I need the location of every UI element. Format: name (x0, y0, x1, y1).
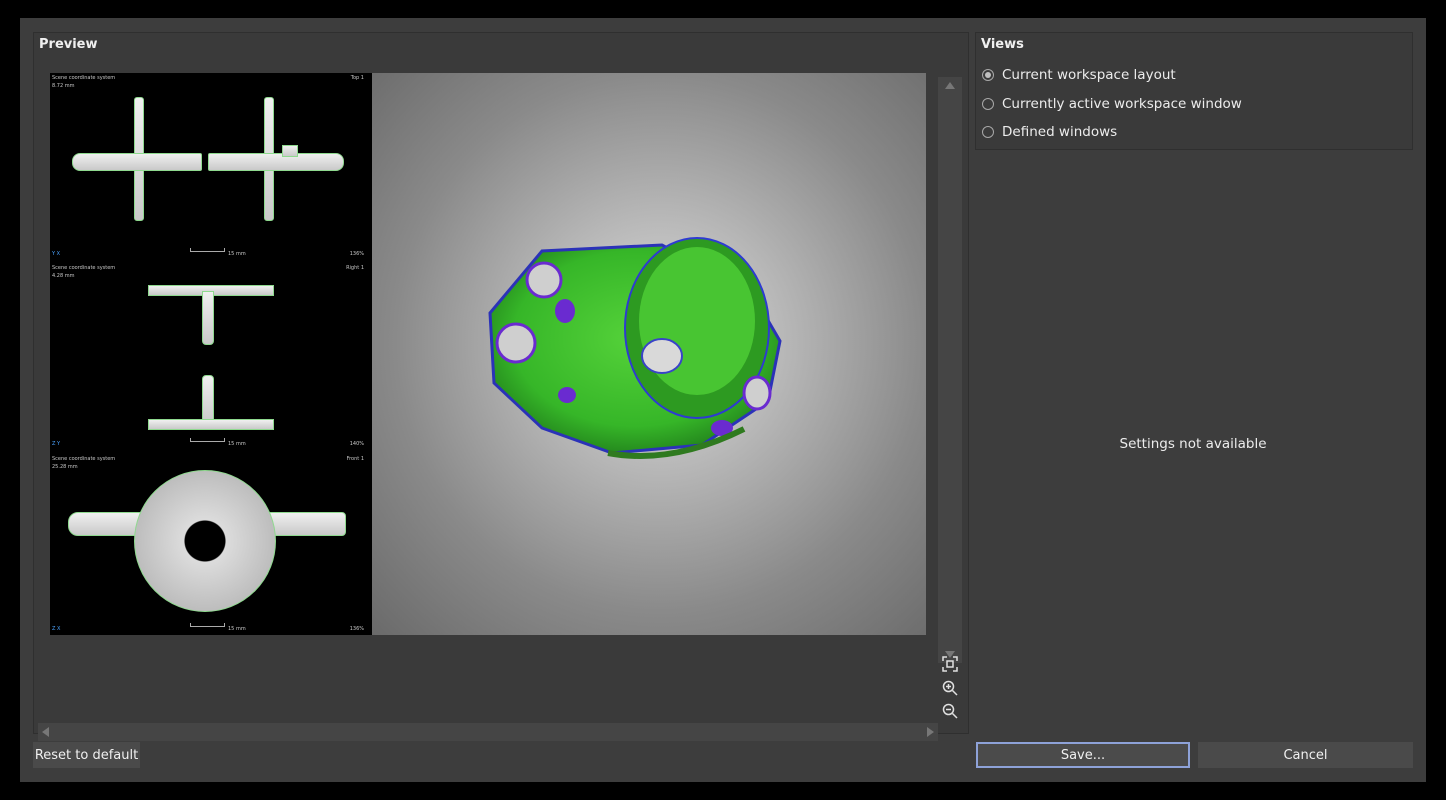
slice-view-right: Scene coordinate system 4.28 mm Right 1 … (50, 263, 372, 450)
preview-title: Preview (39, 37, 98, 52)
zoom-label: 136% (349, 626, 364, 632)
settings-area: Settings not available (975, 150, 1411, 740)
scale-label: 15 mm (228, 441, 246, 447)
scale-bar (190, 438, 225, 442)
fit-view-button[interactable] (938, 653, 962, 675)
measure-label: 8.72 mm (52, 83, 75, 89)
view-name-label: Top 1 (350, 75, 364, 81)
scroll-left-arrow-icon[interactable] (42, 727, 49, 737)
slice-view-front: Scene coordinate system 25.28 mm Front 1… (50, 454, 372, 635)
measure-label: 25.28 mm (52, 464, 78, 470)
radio-currently-active-workspace-window[interactable]: Currently active workspace window (982, 96, 1242, 112)
zoom-in-icon (942, 680, 958, 696)
part-section (202, 375, 214, 425)
axis-label: Z X (52, 626, 61, 632)
coord-system-label: Scene coordinate system (52, 75, 116, 81)
measure-label: 4.28 mm (52, 273, 75, 279)
zoom-label: 140% (349, 441, 364, 447)
part-section (282, 145, 298, 157)
zoom-in-button[interactable] (938, 677, 962, 699)
part-3d-render (488, 237, 782, 459)
scale-label: 15 mm (228, 626, 246, 632)
part-section (202, 291, 214, 345)
slice-view-top: Scene coordinate system 8.72 mm Top 1 13… (50, 73, 372, 260)
scroll-right-arrow-icon[interactable] (927, 727, 934, 737)
fit-view-icon (942, 656, 958, 672)
part-section (148, 419, 274, 430)
settings-not-available-label: Settings not available (1119, 436, 1267, 452)
part-section (208, 153, 344, 171)
view-name-label: Right 1 (346, 265, 364, 271)
radio-label: Defined windows (1002, 124, 1118, 140)
part-section (72, 153, 202, 171)
axis-label: Y X (52, 251, 61, 257)
horizontal-scrollbar[interactable] (38, 723, 938, 741)
coord-system-label: Scene coordinate system (52, 265, 116, 271)
views-title: Views (981, 37, 1024, 52)
axis-label: Z Y (52, 441, 61, 447)
preview-group: Preview Scene coordinate system 8.72 mm … (33, 32, 969, 741)
radio-defined-windows[interactable]: Defined windows (982, 124, 1117, 140)
scale-bar (190, 248, 225, 252)
reset-to-default-button[interactable]: Reset to default (33, 742, 140, 768)
radio-button[interactable] (982, 126, 994, 138)
export-dialog: Preview Scene coordinate system 8.72 mm … (20, 18, 1426, 782)
scroll-up-arrow-icon[interactable] (945, 82, 955, 89)
scale-label: 15 mm (228, 251, 246, 257)
view-name-label: Front 1 (346, 456, 364, 462)
preview-canvas[interactable]: Scene coordinate system 8.72 mm Top 1 13… (50, 73, 926, 635)
scale-bar (190, 623, 225, 627)
radio-button[interactable] (982, 69, 994, 81)
save-button[interactable]: Save... (976, 742, 1190, 768)
coord-system-label: Scene coordinate system (52, 456, 116, 462)
zoom-out-icon (942, 703, 958, 719)
cancel-button[interactable]: Cancel (1198, 742, 1413, 768)
zoom-out-button[interactable] (938, 700, 962, 722)
vertical-scrollbar[interactable] (938, 77, 962, 663)
radio-button[interactable] (982, 98, 994, 110)
zoom-label: 136% (349, 251, 364, 257)
3d-view[interactable] (372, 73, 926, 635)
radio-label: Currently active workspace window (1002, 96, 1242, 112)
radio-current-workspace-layout[interactable]: Current workspace layout (982, 67, 1176, 83)
views-group: Views Current workspace layout Currently… (975, 32, 1413, 150)
part-section (134, 470, 276, 612)
radio-label: Current workspace layout (1002, 67, 1176, 83)
